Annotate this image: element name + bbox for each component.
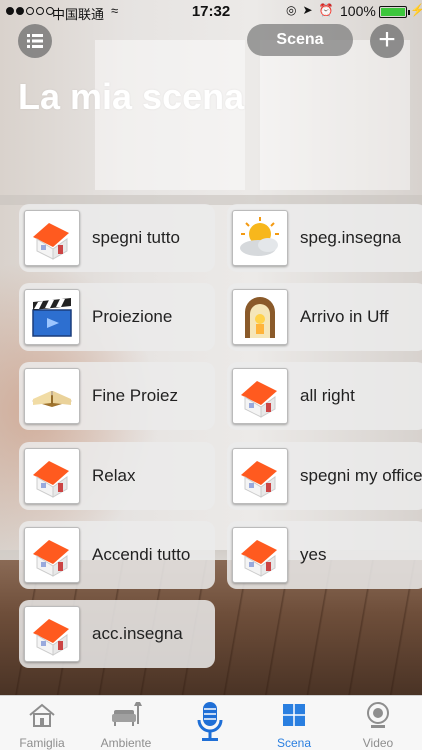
- scene-label: Arrivo in Uff: [300, 307, 389, 326]
- scene-card[interactable]: acc.insegna: [19, 600, 215, 668]
- scene-card[interactable]: yes: [227, 521, 422, 589]
- camera-icon: [336, 702, 420, 730]
- clapperboard-icon: [24, 289, 80, 345]
- scene-label: Fine Proiez: [92, 386, 178, 405]
- add-scene-button[interactable]: +: [370, 24, 404, 58]
- battery-icon: [379, 6, 410, 18]
- scene-label: yes: [300, 545, 327, 564]
- tab-ambiente[interactable]: Ambiente: [84, 696, 168, 750]
- house-icon: [24, 606, 80, 662]
- home-icon: [0, 702, 84, 730]
- weather-sun-cloud-icon: [232, 210, 288, 266]
- scene-label: spegni my office: [300, 466, 422, 485]
- status-bar: 中国联通 ≈ 17:32 ◎➤⏰ 100% ⚡: [0, 0, 422, 24]
- scene-card[interactable]: all right: [227, 362, 422, 430]
- scene-grid-icon: [252, 702, 336, 730]
- scene-card[interactable]: spegni tutto: [19, 204, 215, 272]
- tab-video[interactable]: Video: [336, 696, 420, 750]
- list-grid-icon: [27, 34, 43, 48]
- house-icon: [232, 527, 288, 583]
- status-icons: ◎➤⏰: [286, 3, 340, 17]
- scene-card[interactable]: Fine Proiez: [19, 362, 215, 430]
- scene-label: Proiezione: [92, 307, 173, 326]
- scene-card[interactable]: Relax: [19, 442, 215, 510]
- menu-button[interactable]: [18, 24, 52, 58]
- page-title: La mia scena: [18, 76, 245, 117]
- tab-label: Scena: [276, 736, 312, 750]
- open-book-icon: [24, 368, 80, 424]
- house-icon: [24, 527, 80, 583]
- tab-famiglia[interactable]: Famiglia: [0, 696, 84, 750]
- sofa-icon: [84, 702, 168, 730]
- charging-icon: ⚡: [410, 3, 422, 17]
- tab-label: Famiglia: [19, 736, 65, 750]
- house-icon: [24, 448, 80, 504]
- scene-card[interactable]: spegni my office: [227, 442, 422, 510]
- scene-card[interactable]: speg.insegna: [227, 204, 422, 272]
- house-icon: [232, 368, 288, 424]
- doorway-icon: [232, 289, 288, 345]
- tab-bar: Famiglia Ambiente Scena Video: [0, 695, 422, 750]
- house-icon: [232, 448, 288, 504]
- scene-label: acc.insegna: [92, 624, 183, 643]
- scene-label: spegni tutto: [92, 228, 180, 247]
- tab-label: Ambiente: [100, 736, 152, 750]
- scene-label: Relax: [92, 466, 136, 485]
- scene-label: Accendi tutto: [92, 545, 191, 564]
- scene-card[interactable]: Proiezione: [19, 283, 215, 351]
- scene-label: speg.insegna: [300, 228, 402, 247]
- scene-card[interactable]: Accendi tutto: [19, 521, 215, 589]
- tab-label: Video: [362, 736, 394, 750]
- scene-label: all right: [300, 386, 355, 405]
- microphone-icon: [168, 700, 252, 741]
- battery-percentage: 100%: [340, 3, 376, 19]
- tab-scena[interactable]: Scena: [252, 696, 336, 750]
- tab-voice[interactable]: [168, 696, 252, 750]
- scene-selector-button[interactable]: Scena: [247, 24, 353, 56]
- house-icon: [24, 210, 80, 266]
- scene-card[interactable]: Arrivo in Uff: [227, 283, 422, 351]
